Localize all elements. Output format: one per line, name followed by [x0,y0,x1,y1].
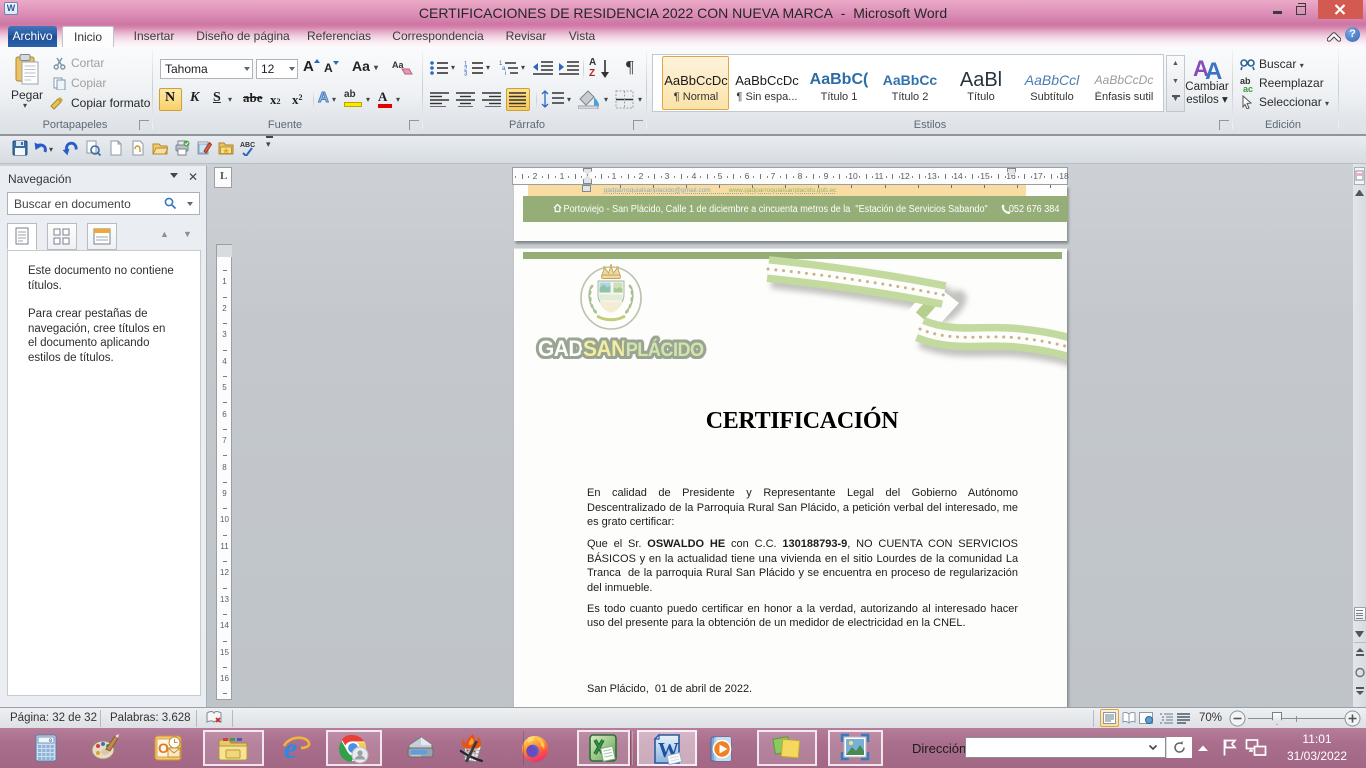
svg-text:3: 3 [464,72,468,78]
svg-text:i: i [505,71,506,77]
svg-text:O: O [158,740,169,756]
svg-text:0: 0 [49,738,52,744]
svg-text:ABC: ABC [240,142,255,149]
